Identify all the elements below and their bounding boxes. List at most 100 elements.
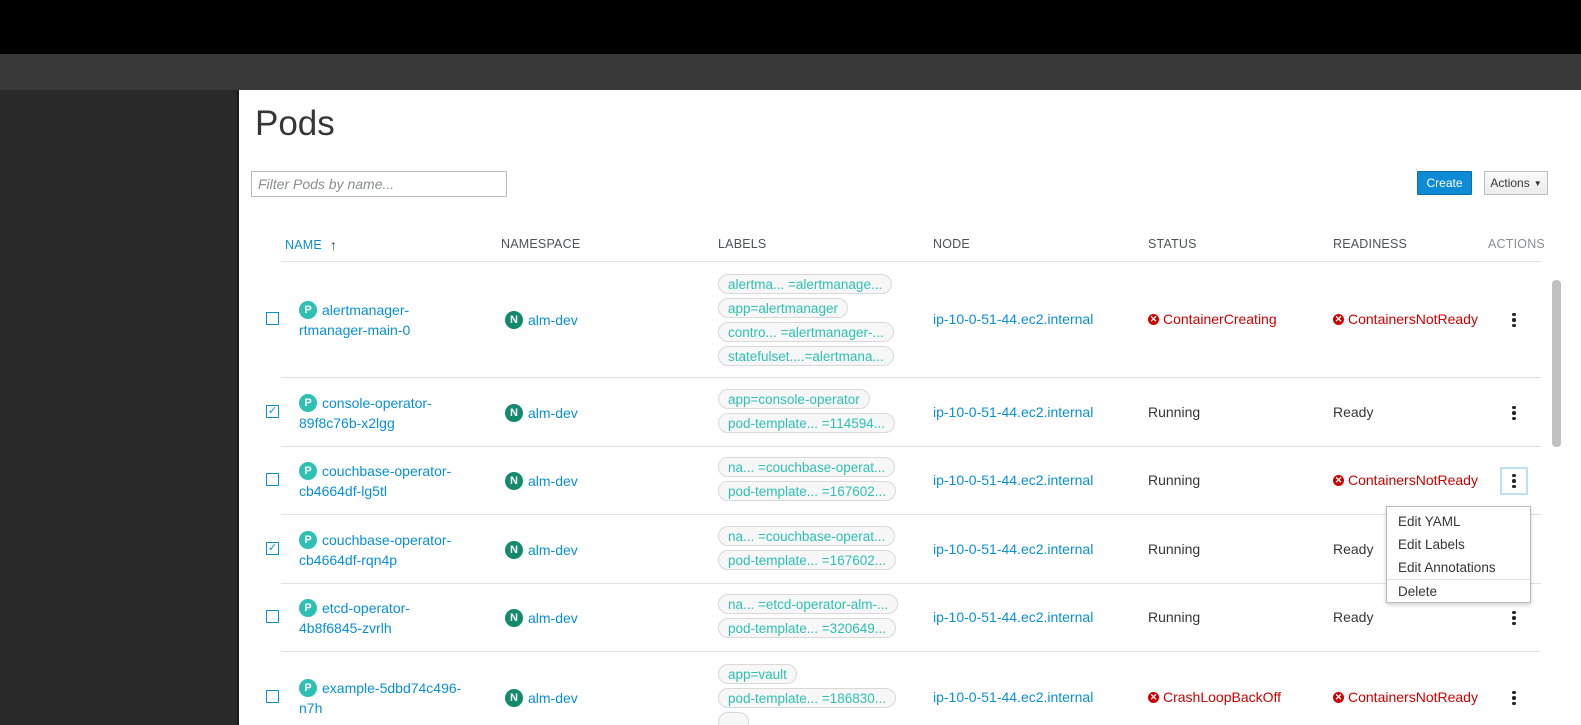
namespace-badge-icon: N [505, 404, 523, 422]
node-link[interactable]: ip-10-0-51-44.ec2.internal [933, 472, 1093, 488]
pod-name-link[interactable]: P console-operator- 89f8c76b-x2lgg [299, 393, 479, 433]
scrollbar[interactable] [1552, 280, 1561, 447]
status-text: Running [1148, 609, 1201, 625]
table-row: P example-5dbd74c496- n7h N alm-dev app=… [266, 652, 1541, 725]
row-select-checkbox[interactable] [266, 312, 279, 325]
pod-badge-icon: P [299, 531, 317, 549]
column-header-readiness[interactable]: READINESS [1333, 237, 1407, 251]
pod-name-link[interactable]: P example-5dbd74c496- n7h [299, 678, 479, 718]
row-actions-kebab-button[interactable] [1500, 399, 1528, 427]
label-chip[interactable]: pod-template... =186830... [718, 688, 896, 708]
node-link[interactable]: ip-10-0-51-44.ec2.internal [933, 311, 1093, 327]
table-row: P etcd-operator- 4b8f6845-zvrlh N alm-de… [266, 584, 1541, 652]
node-link[interactable]: ip-10-0-51-44.ec2.internal [933, 541, 1093, 557]
pod-name: alertmanager- rtmanager-main-0 [299, 300, 410, 340]
pod-name: console-operator- 89f8c76b-x2lgg [299, 393, 432, 433]
menu-item-edit-yaml[interactable]: Edit YAML [1387, 510, 1530, 533]
row-select-checkbox[interactable] [266, 473, 279, 486]
node-link[interactable]: ip-10-0-51-44.ec2.internal [933, 689, 1093, 705]
sidebar-nav [0, 90, 239, 725]
row-actions-kebab-button[interactable] [1500, 306, 1528, 334]
filter-pods-input[interactable] [251, 171, 507, 197]
namespace-badge-icon: N [505, 472, 523, 490]
pod-name-link[interactable]: P etcd-operator- 4b8f6845-zvrlh [299, 598, 479, 638]
labels-list: na... =couchbase-operat... pod-template..… [718, 457, 896, 501]
kebab-icon [1512, 610, 1516, 626]
labels-list: app=console-operator pod-template... =114… [718, 389, 895, 433]
namespace-link[interactable]: N alm-dev [505, 541, 578, 559]
namespace-link[interactable]: N alm-dev [505, 311, 578, 329]
pod-badge-icon: P [299, 679, 317, 697]
label-chip[interactable]: statefulset....=alertmana... [718, 346, 894, 366]
row-select-checkbox[interactable]: ✓ [266, 542, 279, 555]
pod-name-link[interactable]: P couchbase-operator- cb4664df-rqn4p [299, 530, 479, 570]
labels-list: na... =couchbase-operat... pod-template..… [718, 526, 896, 570]
menu-item-edit-labels[interactable]: Edit Labels [1387, 533, 1530, 556]
actions-dropdown-button[interactable]: Actions ▼ [1484, 171, 1548, 195]
error-circle-icon: ✕ [1148, 691, 1159, 703]
node-link[interactable]: ip-10-0-51-44.ec2.internal [933, 404, 1093, 420]
label-chip[interactable]: ... [718, 712, 750, 725]
status-text: ContainerCreating [1163, 311, 1277, 327]
menu-item-delete[interactable]: Delete [1387, 579, 1530, 602]
pod-name: couchbase-operator- cb4664df-rqn4p [299, 530, 451, 570]
column-header-namespace[interactable]: NAMESPACE [501, 237, 580, 251]
label-chip[interactable]: na... =couchbase-operat... [718, 526, 896, 546]
pod-name-line1: alertmanager- [322, 302, 410, 318]
chevron-down-icon: ▼ [1533, 178, 1542, 188]
column-header-name[interactable]: NAME ↑ [285, 237, 337, 253]
label-chip[interactable]: na... =couchbase-operat... [718, 457, 896, 477]
label-chip[interactable]: pod-template... =167602... [718, 481, 896, 501]
pod-name-link[interactable]: P alertmanager- rtmanager-main-0 [299, 300, 479, 340]
node-link[interactable]: ip-10-0-51-44.ec2.internal [933, 609, 1093, 625]
namespace-link[interactable]: N alm-dev [505, 689, 578, 707]
status-text: CrashLoopBackOff [1163, 689, 1282, 705]
label-chip[interactable]: contro... =alertmanager-... [718, 322, 894, 342]
readiness-text: Ready [1333, 404, 1374, 420]
main-content: Pods Create Actions ▼ NAME ↑ NAMESPACE L… [241, 90, 1581, 725]
label-chip[interactable]: pod-template... =320649... [718, 618, 896, 638]
label-chip[interactable]: pod-template... =167602... [718, 550, 896, 570]
row-actions-kebab-button[interactable] [1500, 467, 1528, 495]
label-chip[interactable]: pod-template... =114594... [718, 413, 895, 433]
namespace-badge-icon: N [505, 689, 523, 707]
menu-item-edit-annotations[interactable]: Edit Annotations [1387, 556, 1530, 579]
row-select-checkbox[interactable] [266, 690, 279, 703]
label-chip[interactable]: app=vault [718, 664, 797, 684]
table-header: NAME ↑ NAMESPACE LABELS NODE STATUS READ… [281, 228, 1545, 262]
readiness-text: ContainersNotReady [1348, 311, 1478, 327]
create-button[interactable]: Create [1417, 171, 1472, 195]
column-header-node[interactable]: NODE [933, 237, 970, 251]
label-chip[interactable]: app=console-operator [718, 389, 870, 409]
status: ✕ ContainerCreating [1148, 311, 1277, 327]
namespace-badge-icon: N [505, 541, 523, 559]
kebab-icon [1512, 690, 1516, 706]
readiness: Ready [1333, 609, 1373, 625]
table-row: P couchbase-operator- cb4664df-lg5tl N a… [266, 447, 1541, 515]
pod-name-line1: etcd-operator- [322, 600, 410, 616]
label-chip[interactable]: na... =etcd-operator-alm-... [718, 594, 899, 614]
pod-name-line2: n7h [299, 700, 323, 716]
readiness-text: Ready [1333, 541, 1374, 557]
column-header-status[interactable]: STATUS [1148, 237, 1197, 251]
labels-list: app=vault pod-template... =186830...... [718, 664, 896, 725]
namespace-link[interactable]: N alm-dev [505, 472, 578, 490]
label-chip[interactable]: alertma... =alertmanage... [718, 274, 893, 294]
namespace-name: alm-dev [528, 473, 578, 489]
pod-badge-icon: P [299, 462, 317, 480]
row-select-checkbox[interactable] [266, 610, 279, 623]
namespace-link[interactable]: N alm-dev [505, 404, 578, 422]
namespace-name: alm-dev [528, 610, 578, 626]
pod-name-link[interactable]: P couchbase-operator- cb4664df-lg5tl [299, 461, 479, 501]
row-select-checkbox[interactable]: ✓ [266, 405, 279, 418]
actions-label: Actions [1490, 176, 1530, 190]
table-row: P alertmanager- rtmanager-main-0 N alm-d… [266, 262, 1541, 378]
readiness-text: ContainersNotReady [1348, 472, 1478, 488]
label-chip[interactable]: app=alertmanager [718, 298, 848, 318]
row-actions-kebab-button[interactable] [1500, 604, 1528, 632]
namespace-link[interactable]: N alm-dev [505, 609, 578, 627]
table-row: ✓ P console-operator- 89f8c76b-x2lgg N a… [266, 378, 1541, 447]
row-actions-kebab-button[interactable] [1500, 684, 1528, 712]
column-header-labels[interactable]: LABELS [718, 237, 766, 251]
row-actions-menu: Edit YAML Edit Labels Edit Annotations D… [1386, 506, 1531, 603]
